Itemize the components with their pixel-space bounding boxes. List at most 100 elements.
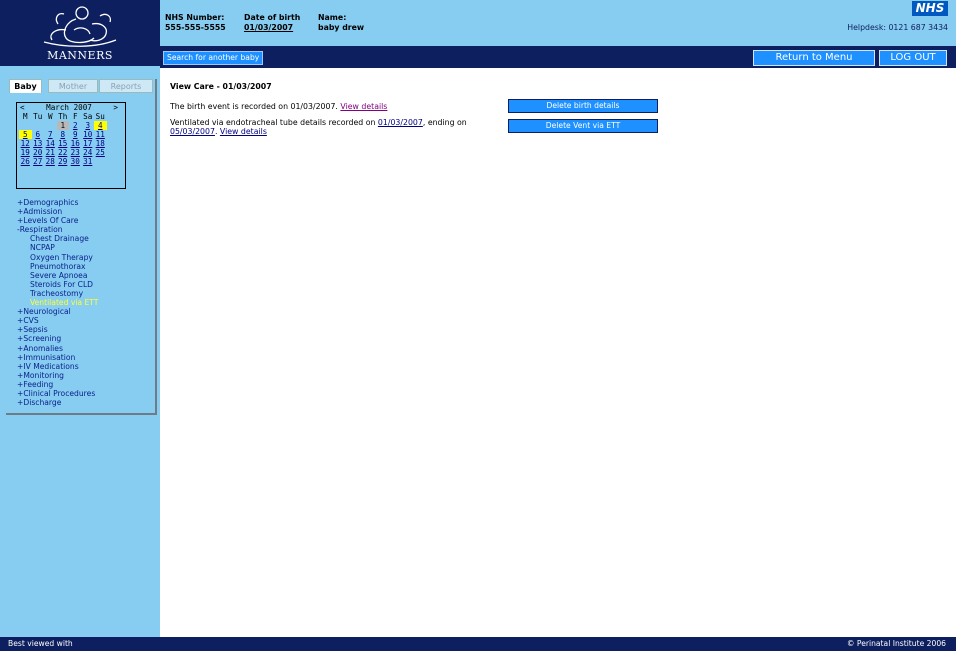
calendar-day-link[interactable]: 6 [35,130,40,139]
menu-subitem-oxygen-therapy[interactable]: Oxygen Therapy [17,253,153,262]
menu-item-feeding[interactable]: +Feeding [17,380,153,389]
calendar-day-link[interactable]: 23 [71,148,80,157]
calendar-day-link[interactable]: 16 [71,139,80,148]
birth-view-details-link[interactable]: View details [340,102,387,111]
search-another-baby-button[interactable]: Search for another baby [163,51,264,65]
calendar-day[interactable]: 21 [44,148,57,157]
calendar-day-link[interactable]: 22 [58,148,67,157]
calendar-day[interactable]: 31 [82,157,95,166]
calendar-day-link[interactable]: 10 [83,130,92,139]
calendar-next-month[interactable]: > [113,103,118,112]
menu-item-admission[interactable]: +Admission [17,207,153,216]
menu-subitem-ventilated-via-ett[interactable]: Ventilated via ETT [17,298,153,307]
calendar-day-link[interactable]: 24 [83,148,92,157]
menu-item-demographics[interactable]: +Demographics [17,198,153,207]
calendar-day-link[interactable]: 18 [96,139,105,148]
menu-item-cvs[interactable]: +CVS [17,316,153,325]
calendar-day[interactable]: 25 [94,148,107,157]
calendar-day[interactable]: 8 [57,130,70,139]
calendar-day-link[interactable]: 28 [46,157,55,166]
calendar-day-link[interactable]: 13 [33,139,42,148]
calendar-day-link[interactable]: 4 [98,121,103,130]
calendar-day[interactable]: 3 [82,121,95,130]
calendar-day[interactable]: 6 [32,130,45,139]
menu-item-sepsis[interactable]: +Sepsis [17,325,153,334]
calendar-day-link[interactable]: 29 [58,157,67,166]
delete-vent-button[interactable]: Delete Vent via ETT [508,119,658,133]
calendar-day[interactable]: 9 [69,130,82,139]
return-to-menu-button[interactable]: Return to Menu [753,50,875,66]
calendar-day-link[interactable]: 31 [83,157,92,166]
calendar-day-link[interactable]: 15 [58,139,67,148]
calendar-day[interactable]: 24 [82,148,95,157]
delete-birth-details-button[interactable]: Delete birth details [508,99,658,113]
menu-subitem-steroids-for-cld[interactable]: Steroids For CLD [17,280,153,289]
calendar-day[interactable]: 19 [19,148,32,157]
menu-subitem-chest-drainage[interactable]: Chest Drainage [17,234,153,243]
tab-reports[interactable]: Reports [99,79,153,93]
menu-item-neurological[interactable]: +Neurological [17,307,153,316]
menu-item-clinical-procedures[interactable]: +Clinical Procedures [17,389,153,398]
calendar-day[interactable]: 23 [69,148,82,157]
calendar-day[interactable]: 5 [19,130,32,139]
calendar-day[interactable]: 13 [32,139,45,148]
calendar-day-link[interactable]: 7 [48,130,53,139]
menu-item-respiration[interactable]: -Respiration [17,225,153,234]
calendar-day[interactable]: 18 [94,139,107,148]
logout-button[interactable]: LOG OUT [879,50,947,66]
calendar-day-link[interactable]: 26 [21,157,30,166]
calendar-day[interactable]: 11 [94,130,107,139]
calendar-day-link[interactable]: 25 [96,148,105,157]
menu-item-discharge[interactable]: +Discharge [17,398,153,407]
menu-item-levels-of-care[interactable]: +Levels Of Care [17,216,153,225]
calendar-day-link[interactable]: 30 [71,157,80,166]
menu-item-immunisation[interactable]: +Immunisation [17,353,153,362]
calendar-day-link[interactable]: 5 [23,130,28,139]
calendar-day[interactable]: 17 [82,139,95,148]
ventilation-start-date-link[interactable]: 01/03/2007 [378,118,423,127]
menu-item-anomalies[interactable]: +Anomalies [17,344,153,353]
dob-value[interactable]: 01/03/2007 [244,23,300,33]
calendar-day-link[interactable]: 14 [46,139,55,148]
calendar-day[interactable]: 2 [69,121,82,130]
ventilation-view-details-link[interactable]: View details [220,127,267,136]
calendar-day[interactable]: 28 [44,157,57,166]
calendar-day-link[interactable]: 3 [85,121,90,130]
birth-event-text: The birth event is recorded on 01/03/200… [170,102,338,111]
menu-item-iv-medications[interactable]: +IV Medications [17,362,153,371]
calendar-day-link[interactable]: 9 [73,130,78,139]
calendar-day[interactable]: 20 [32,148,45,157]
calendar-prev-month[interactable]: < [20,103,25,112]
calendar-day-link[interactable]: 2 [73,121,78,130]
calendar-day-link[interactable]: 19 [21,148,30,157]
calendar-day-link[interactable]: 20 [33,148,42,157]
calendar-day-link[interactable]: 12 [21,139,30,148]
calendar-day[interactable]: 16 [69,139,82,148]
calendar-day[interactable]: 10 [82,130,95,139]
calendar-day[interactable]: 30 [69,157,82,166]
calendar-day[interactable]: 4 [94,121,107,130]
menu-subitem-pneumothorax[interactable]: Pneumothorax [17,262,153,271]
calendar-day[interactable]: 14 [44,139,57,148]
calendar-weekday: Th [58,112,68,121]
calendar-day-link[interactable]: 11 [96,130,105,139]
menu-item-monitoring[interactable]: +Monitoring [17,371,153,380]
calendar-day[interactable]: 26 [19,157,32,166]
calendar-day-link[interactable]: 27 [33,157,42,166]
calendar-day[interactable]: 12 [19,139,32,148]
menu-subitem-tracheostomy[interactable]: Tracheostomy [17,289,153,298]
calendar-day[interactable]: 27 [32,157,45,166]
calendar-day-link[interactable]: 21 [46,148,55,157]
menu-subitem-severe-apnoea[interactable]: Severe Apnoea [17,271,153,280]
menu-subitem-ncpap[interactable]: NCPAP [17,243,153,252]
calendar-day[interactable]: 15 [57,139,70,148]
calendar-day[interactable]: 29 [57,157,70,166]
menu-item-screening[interactable]: +Screening [17,334,153,343]
calendar-day-link[interactable]: 8 [60,130,65,139]
ventilation-end-date-link[interactable]: 05/03/2007 [170,127,215,136]
tab-baby[interactable]: Baby [9,79,42,93]
tab-mother[interactable]: Mother [48,79,98,93]
calendar-day[interactable]: 22 [57,148,70,157]
calendar-day[interactable]: 7 [44,130,57,139]
calendar-day-link[interactable]: 17 [83,139,92,148]
